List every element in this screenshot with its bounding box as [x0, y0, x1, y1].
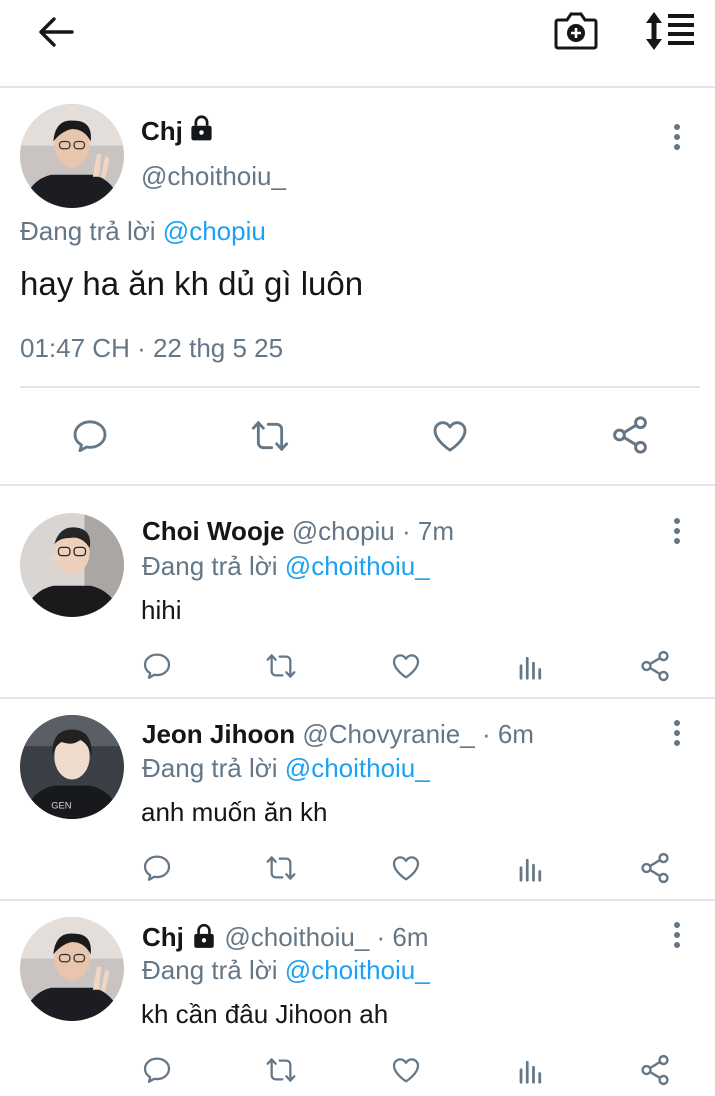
- avatar[interactable]: [20, 715, 124, 819]
- stats-icon[interactable]: [516, 652, 546, 682]
- more-options-icon[interactable]: [669, 124, 685, 154]
- relative-time: · 6m: [481, 719, 534, 749]
- divider: [20, 386, 700, 388]
- author-name[interactable]: Chj: [142, 922, 184, 952]
- relative-time: · 7m: [402, 516, 454, 546]
- author-handle[interactable]: @choithoiu_: [141, 161, 286, 192]
- reply-to-link[interactable]: @choithoiu_: [285, 753, 430, 783]
- reply-prefix: Đang trả lời: [20, 216, 156, 246]
- avatar[interactable]: [20, 917, 124, 1021]
- author-name[interactable]: Choi Wooje: [142, 516, 285, 546]
- reply-icon[interactable]: [141, 1054, 173, 1086]
- replying-to: Đang trả lời @choithoiu_: [142, 955, 430, 986]
- lock-icon: [188, 114, 215, 142]
- retweet-icon[interactable]: [248, 416, 292, 456]
- reply-prefix: Đang trả lời: [142, 551, 278, 581]
- relative-time: · 6m: [376, 922, 429, 952]
- divider: [0, 899, 715, 901]
- like-icon[interactable]: [389, 650, 423, 682]
- reply-header: Choi Wooje @chopiu · 7m: [142, 516, 454, 547]
- author-name[interactable]: Chj: [141, 116, 183, 147]
- stats-icon[interactable]: [516, 854, 546, 884]
- author-handle[interactable]: @Chovyranie_: [302, 719, 474, 749]
- author-handle[interactable]: @choithoiu_: [224, 922, 369, 952]
- divider: [0, 484, 715, 486]
- tweet-timestamp: 01:47 CH · 22 thg 5 25: [20, 333, 284, 363]
- more-options-icon[interactable]: [669, 518, 685, 548]
- share-icon[interactable]: [638, 649, 672, 683]
- share-icon[interactable]: [638, 1053, 672, 1087]
- more-options-icon[interactable]: [669, 922, 685, 952]
- tweet-text: anh muốn ăn kh: [141, 797, 328, 827]
- author-handle[interactable]: @chopiu: [292, 516, 395, 546]
- retweet-icon[interactable]: [263, 852, 299, 884]
- stats-icon[interactable]: [516, 1056, 546, 1086]
- reply-to-link[interactable]: @choithoiu_: [285, 551, 430, 581]
- retweet-icon[interactable]: [263, 1054, 299, 1086]
- reply-prefix: Đang trả lời: [142, 955, 278, 985]
- reply-icon[interactable]: [70, 416, 110, 456]
- retweet-icon[interactable]: [263, 650, 299, 682]
- like-icon[interactable]: [389, 1054, 423, 1086]
- tweet-text: hay ha ăn kh dủ gì luôn: [20, 265, 364, 302]
- reply-to-link[interactable]: @choithoiu_: [285, 955, 430, 985]
- reply-prefix: Đang trả lời: [142, 753, 278, 783]
- replying-to: Đang trả lời @choithoiu_: [142, 753, 430, 784]
- sort-list-icon[interactable]: [644, 8, 700, 54]
- reply-icon[interactable]: [141, 650, 173, 682]
- reply-to-link[interactable]: @chopiu: [163, 216, 266, 246]
- replying-to: Đang trả lời @chopiu: [20, 216, 266, 247]
- tweet-text: kh cần đâu Jihoon ah: [141, 999, 389, 1029]
- reply-header: Chj @choithoiu_ · 6m: [142, 922, 429, 953]
- more-options-icon[interactable]: [669, 720, 685, 750]
- replying-to: Đang trả lời @choithoiu_: [142, 551, 430, 582]
- share-icon[interactable]: [609, 414, 651, 456]
- like-icon[interactable]: [429, 416, 471, 456]
- like-icon[interactable]: [389, 852, 423, 884]
- divider: [0, 697, 715, 699]
- lock-icon: [191, 923, 217, 949]
- avatar[interactable]: [20, 513, 124, 617]
- share-icon[interactable]: [638, 851, 672, 885]
- top-app-bar: [0, 0, 715, 88]
- back-arrow-icon[interactable]: [34, 12, 78, 52]
- reply-header: Jeon Jihoon @Chovyranie_ · 6m: [142, 719, 534, 750]
- reply-icon[interactable]: [141, 852, 173, 884]
- author-name[interactable]: Jeon Jihoon: [142, 719, 295, 749]
- avatar[interactable]: [20, 104, 124, 208]
- tweet-text: hihi: [141, 595, 182, 625]
- camera-plus-icon[interactable]: [552, 8, 600, 54]
